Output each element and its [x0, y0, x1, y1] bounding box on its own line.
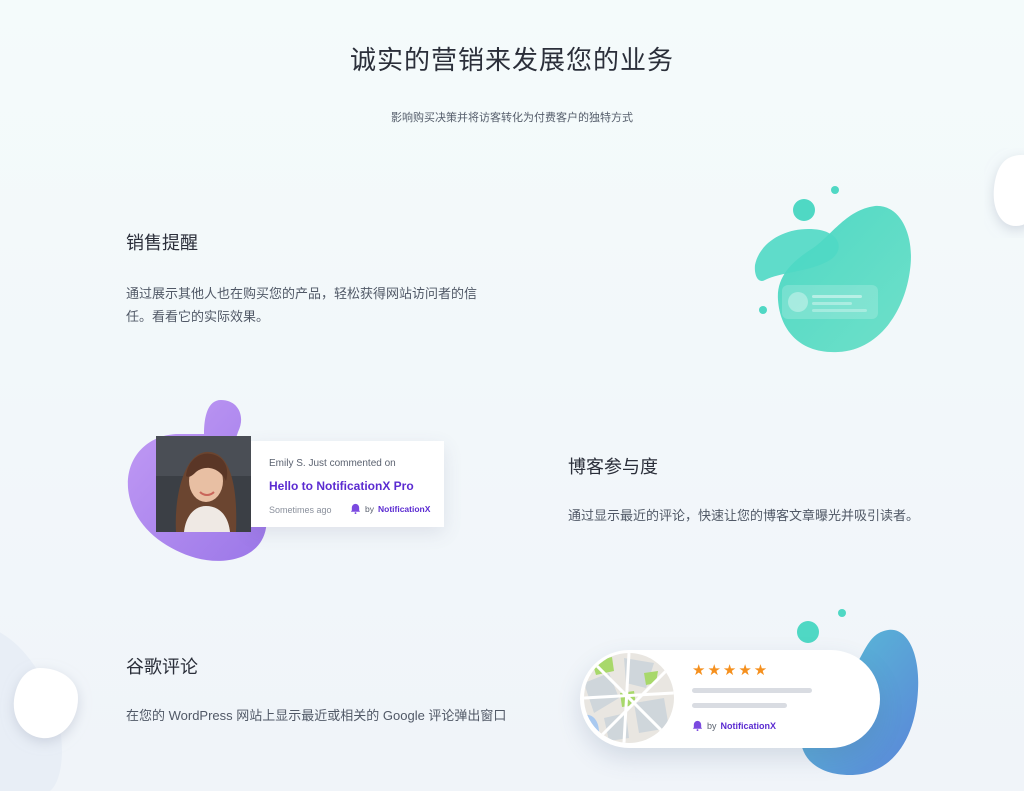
review-brand-name: NotificationX [720, 720, 777, 731]
comment-time: Sometimes ago [269, 505, 332, 515]
bell-icon [692, 720, 703, 731]
feature-title-google: 谷歌评论 [126, 657, 198, 677]
review-by-label: by [707, 720, 717, 731]
review-brand: by NotificationX [692, 720, 776, 731]
comment-user-line: Emily S. Just commented on [269, 458, 396, 469]
comment-by-label: by [365, 503, 374, 514]
feature-desc-google: 在您的 WordPress 网站上显示最近或相关的 Google 评论弹出窗口 [126, 708, 507, 723]
feature-desc-sales: 通过展示其他人也在购买您的产品，轻松获得网站访问者的信任。看看它的实际效果。 [126, 286, 478, 324]
feature-desc-blog: 通过显示最近的评论，快速让您的博客文章曝光并吸引读者。 [568, 508, 920, 523]
feature-title-blog: 博客参与度 [568, 457, 658, 477]
sales-notification-preview [782, 285, 878, 319]
comment-post-title[interactable]: Hello to NotificationX Pro [269, 479, 414, 493]
decorative-blob-right [993, 154, 1024, 226]
map-thumbnail [584, 653, 674, 743]
review-text-placeholder-1 [692, 688, 812, 693]
rating-stars: ★★★★★ [692, 662, 770, 679]
comment-brand-name: NotificationX [377, 503, 431, 514]
review-text-placeholder-2 [692, 703, 787, 708]
bell-icon [350, 503, 361, 514]
sales-illustration [754, 186, 911, 353]
commenter-avatar [156, 436, 251, 532]
page-subtitle: 影响购买决策并将访客转化为付费客户的独特方式 [391, 112, 633, 124]
feature-title-sales: 销售提醒 [126, 233, 198, 253]
comment-brand: by NotificationX [350, 503, 430, 514]
decorative-blob-left [0, 632, 78, 791]
page-title: 诚实的营销来发展您的业务 [349, 45, 674, 75]
